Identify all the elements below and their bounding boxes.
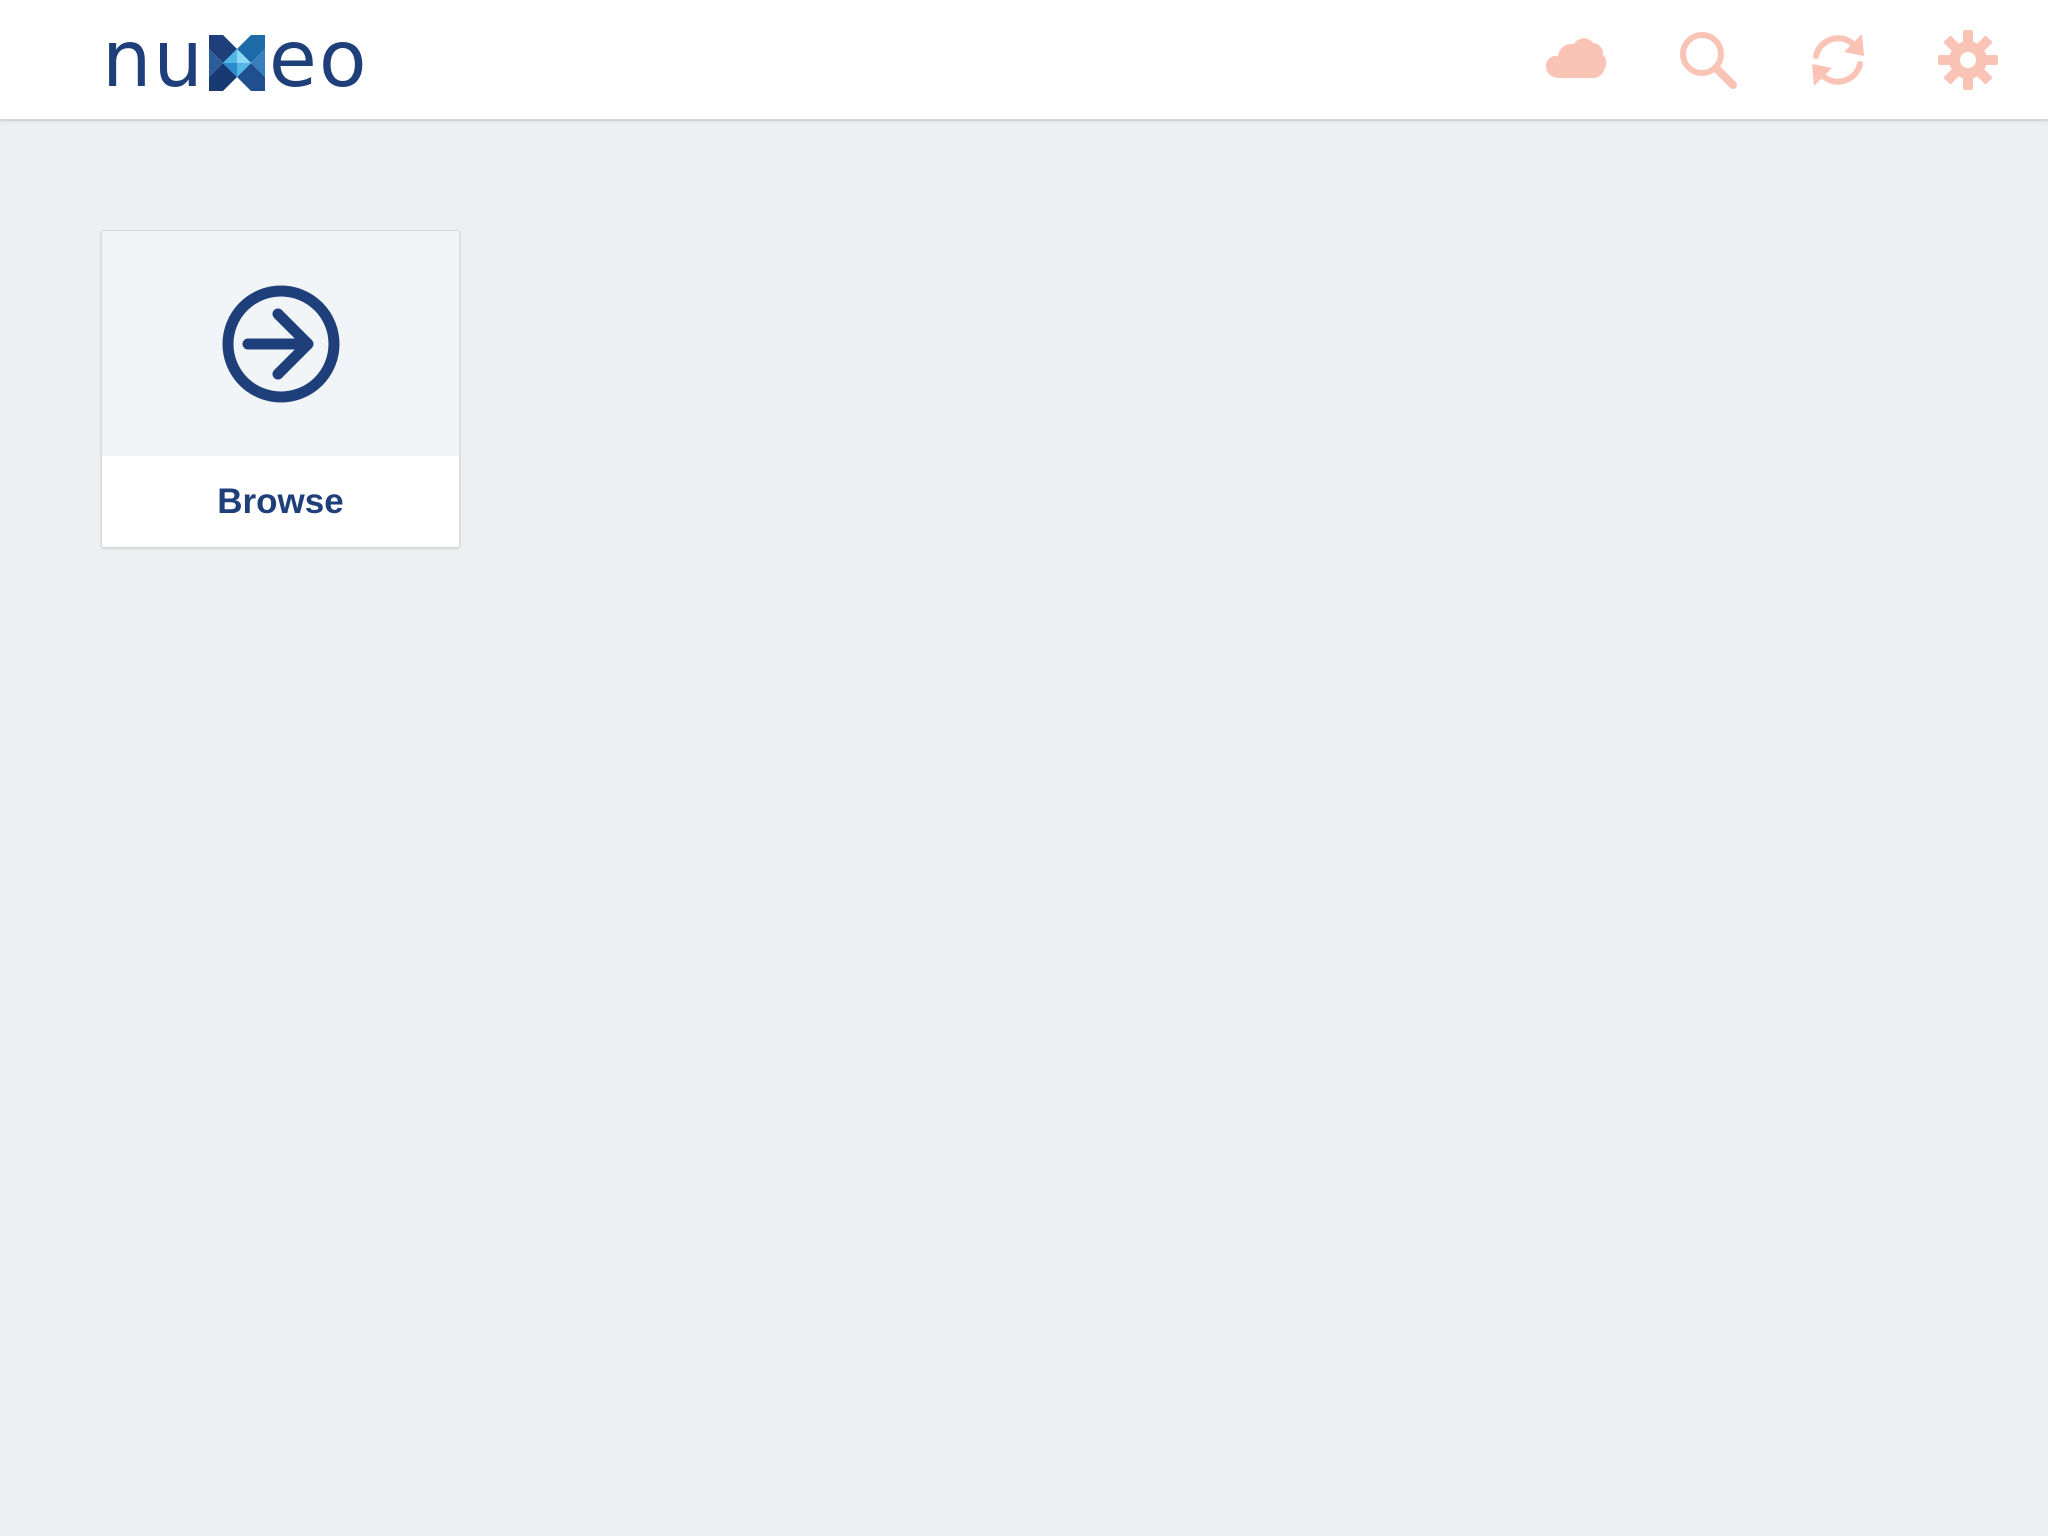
x-mark-logo-icon [208,35,265,91]
tile-label: Browse [217,481,344,521]
logo-text-end: eo [268,15,369,105]
search-icon[interactable] [1676,28,1740,92]
nuxeo-logo[interactable]: nu eo [102,15,369,105]
top-bar: nu eo [0,0,2048,121]
arrow-circle-right-icon [222,285,339,402]
cloud-icon[interactable] [1544,28,1608,92]
sync-icon[interactable] [1806,28,1870,92]
logo-text-start: nu [102,15,205,105]
browse-tile[interactable]: Browse [101,230,460,548]
tile-icon-area [102,231,459,456]
gear-icon[interactable] [1936,28,2000,92]
